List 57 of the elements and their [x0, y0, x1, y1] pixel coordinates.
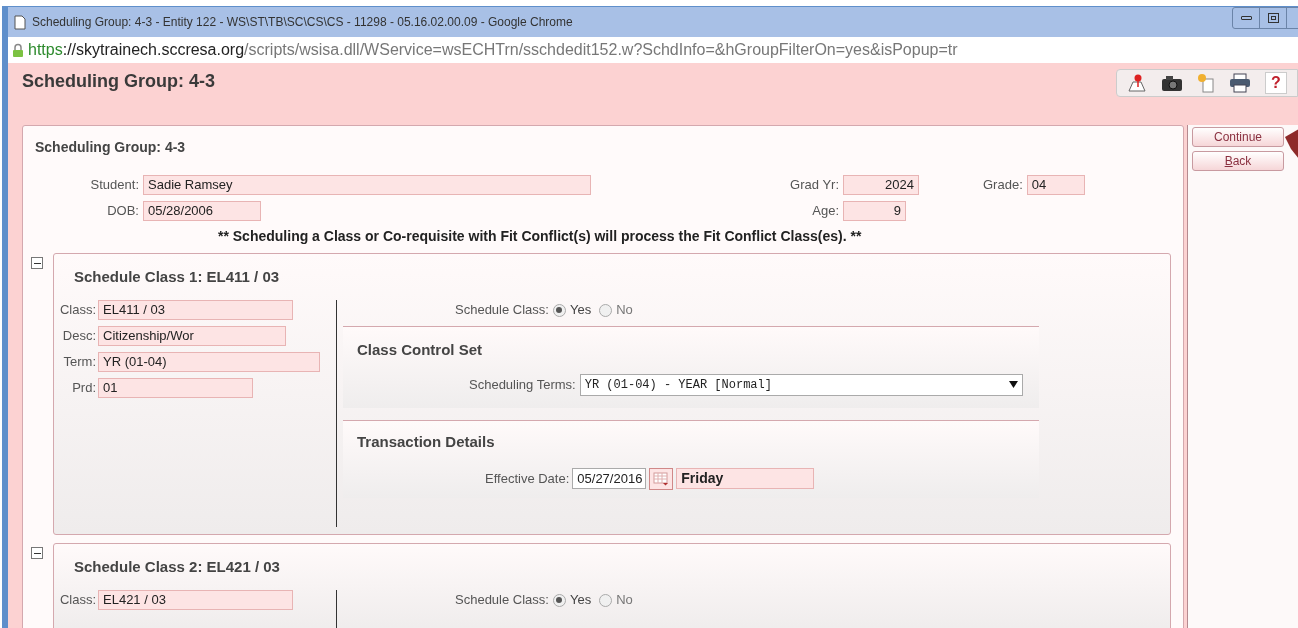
section-title: Transaction Details [357, 432, 496, 452]
text-field[interactable]: YR (01-04) [98, 352, 320, 372]
continue-button[interactable]: Continue [1192, 127, 1284, 147]
class-title: Schedule Class 1: EL411 / 03 [74, 267, 281, 287]
radio-label: No [616, 301, 633, 320]
back-button[interactable]: Back [1192, 151, 1284, 171]
field-label: Schedule Class: [455, 591, 549, 610]
map-pin-icon[interactable] [1127, 73, 1147, 93]
calendar-icon[interactable] [649, 467, 674, 490]
text-field[interactable]: EL411 / 03 [98, 300, 293, 320]
field-label: Schedule Class: [455, 301, 549, 320]
field-label: Student: [89, 176, 139, 195]
dropdown-arrow-icon [1008, 381, 1018, 388]
text-field[interactable]: 04 [1026, 175, 1085, 195]
radio-button[interactable] [599, 303, 613, 317]
radio-label: Yes [569, 301, 592, 320]
text-field[interactable]: Sadie Ramsey [143, 175, 591, 195]
help-button[interactable]: ? [1265, 72, 1287, 94]
field-label: Class: [58, 301, 96, 320]
text-field[interactable]: EL421 / 03 [98, 590, 293, 610]
terms-dropdown[interactable]: YR (01-04) - YEAR [Normal] [579, 373, 1023, 396]
field-label: Class: [58, 591, 96, 610]
group-title: Scheduling Group: 4-3 [35, 138, 187, 157]
radio-label: No [616, 591, 633, 610]
text-field[interactable]: 2024 [843, 175, 919, 195]
text-field[interactable]: 05/28/2006 [143, 201, 261, 221]
radio-button[interactable] [552, 593, 566, 607]
page-icon [14, 14, 26, 30]
field-label: Scheduling Terms: [469, 375, 576, 394]
field-label: Desc: [61, 327, 96, 346]
field-label: Grade: [983, 176, 1023, 195]
section-title: Class Control Set [357, 340, 484, 360]
collapse-icon[interactable] [31, 547, 43, 559]
day-field: Friday [676, 468, 815, 489]
conflict-notice: ** Scheduling a Class or Co-requisite with Fit Conflict(s) will process the Fit Conflict Class(es). ** [217, 227, 863, 246]
collapse-icon[interactable] [31, 257, 43, 269]
url-text: https://skytrainech.sccresa.org/scripts/wsisa.dll/WService=wsECHTrn/sschdedit152.w?SchdInfo=&hGroupFilterOn=yes&isPopup=tr [28, 40, 958, 60]
page-title: Scheduling Group: 4-3 [22, 69, 215, 93]
field-label: Prd: [71, 379, 96, 398]
lock-icon [12, 42, 24, 58]
text-field[interactable]: Citizenship/Wor [98, 326, 286, 346]
address-bar[interactable]: https://skytrainech.sccresa.org/scripts/wsisa.dll/WService=wsECHTrn/sschdedit152.w?SchdInfo=&hGroupFilterOn=yes&isPopup=tr [8, 37, 1298, 63]
field-label: Term: [62, 353, 96, 372]
text-field[interactable]: 9 [843, 201, 906, 221]
field-label: Age: [811, 202, 839, 221]
camera-icon[interactable] [1161, 74, 1183, 92]
text-field[interactable]: 01 [98, 378, 253, 398]
radio-button[interactable] [599, 593, 613, 607]
field-label: Grad Yr: [789, 176, 839, 195]
date-field[interactable]: 05/27/2016 [572, 468, 647, 489]
class-title: Schedule Class 2: EL421 / 03 [74, 557, 281, 577]
window-title: Scheduling Group: 4-3 - Entity 122 - WS\ST\TB\SC\CS\CS - 11298 - 05.16.02.00.09 - Google Chrome [32, 14, 573, 31]
field-label: DOB: [106, 202, 139, 221]
field-label: Effective Date: [485, 469, 570, 488]
radio-label: Yes [569, 591, 592, 610]
print-icon[interactable] [1229, 73, 1251, 93]
radio-button[interactable] [552, 303, 566, 317]
